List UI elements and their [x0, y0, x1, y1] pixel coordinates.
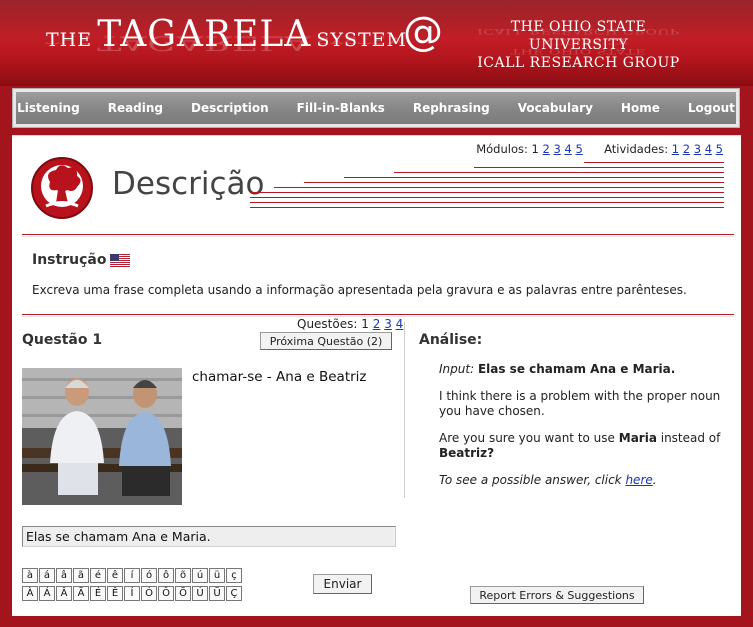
analysis-message-2: Are you sure you want to use Maria inste… — [439, 431, 721, 460]
activity-link-2[interactable]: 2 — [683, 142, 690, 156]
char-key[interactable]: â — [56, 568, 72, 583]
question-current: 1 — [361, 317, 369, 331]
module-activity-nav: Módulos: 1 2 3 4 5 Atividades: 1 2 3 4 5 — [476, 142, 723, 156]
char-key[interactable]: Õ — [175, 586, 191, 601]
char-key[interactable]: Ó — [141, 586, 157, 601]
analysis-message-1: I think there is a problem with the prop… — [439, 389, 721, 418]
question-link-2[interactable]: 2 — [373, 317, 381, 331]
activity-link-1[interactable]: 1 — [672, 142, 679, 156]
char-key[interactable]: Ç — [226, 586, 242, 601]
activity-link-3[interactable]: 3 — [694, 142, 701, 156]
at-icon: @ — [403, 9, 443, 55]
instruction-heading: Instrução — [32, 252, 131, 268]
nav-reading[interactable]: Reading — [94, 101, 177, 115]
tree-logo-icon — [31, 157, 93, 219]
modules-label: Módulos: — [476, 142, 528, 156]
keyboard-row-lower: à á â ã é ê í ó ô õ ú ü ç — [22, 568, 243, 583]
char-key[interactable]: É — [90, 586, 106, 601]
report-errors-button[interactable]: Report Errors & Suggestions — [470, 586, 644, 604]
nav-listening[interactable]: Listening — [3, 101, 94, 115]
content-panel: Módulos: 1 2 3 4 5 Atividades: 1 2 3 4 5… — [12, 135, 741, 616]
char-key[interactable]: Ã — [73, 586, 89, 601]
char-key[interactable]: Â — [56, 586, 72, 601]
analysis-feedback: Input: Elas se chamam Ana e Maria. I thi… — [439, 362, 729, 500]
char-key[interactable]: à — [22, 568, 38, 583]
next-question-button[interactable]: Próxima Questão (2) — [260, 332, 392, 350]
char-key[interactable]: ê — [107, 568, 123, 583]
analysis-heading: Análise: — [419, 332, 483, 348]
us-flag-icon — [110, 253, 131, 267]
char-key[interactable]: á — [39, 568, 55, 583]
question-link-3[interactable]: 3 — [384, 317, 392, 331]
page-title: Descrição — [112, 166, 265, 202]
nav-description[interactable]: Description — [177, 101, 283, 115]
module-link-4[interactable]: 4 — [564, 142, 571, 156]
char-key[interactable]: Ê — [107, 586, 123, 601]
university-reflection: THE OHIO STATE UNIVERSITY ICALL RESEARCH… — [477, 26, 680, 56]
char-key[interactable]: õ — [175, 568, 191, 583]
char-key[interactable]: ó — [141, 568, 157, 583]
module-link-3[interactable]: 3 — [554, 142, 561, 156]
module-link-5[interactable]: 5 — [575, 142, 582, 156]
main-nav: Listening Reading Description Fill-in-Bl… — [16, 92, 736, 124]
keyboard-row-upper: À Á Â Ã É Ê Í Ó Ô Õ Ú Ü Ç — [22, 586, 243, 601]
nav-rephrasing[interactable]: Rephrasing — [399, 101, 504, 115]
char-key[interactable]: Á — [39, 586, 55, 601]
questions-label: Questões: — [297, 317, 358, 331]
analysis-hint: To see a possible answer, click here. — [439, 473, 657, 487]
activity-link-4[interactable]: 4 — [705, 142, 712, 156]
logo-reflection: THE TAGARELA SYSTEM — [46, 31, 407, 54]
special-chars-keyboard: à á â ã é ê í ó ô õ ú ü ç À Á Â Ã É Ê Í … — [22, 568, 243, 604]
nav-vocabulary[interactable]: Vocabulary — [504, 101, 607, 115]
header-banner: THE TAGARELA SYSTEM THE TAGARELA SYSTEM … — [0, 0, 753, 86]
char-key[interactable]: À — [22, 586, 38, 601]
char-key[interactable]: í — [124, 568, 140, 583]
char-key[interactable]: ç — [226, 568, 242, 583]
activity-link-5[interactable]: 5 — [716, 142, 723, 156]
module-link-2[interactable]: 2 — [543, 142, 550, 156]
char-key[interactable]: ô — [158, 568, 174, 583]
main-nav-frame: Listening Reading Description Fill-in-Bl… — [12, 88, 740, 128]
possible-answer-link[interactable]: here — [625, 473, 652, 487]
char-key[interactable]: Ü — [209, 586, 225, 601]
question-prompt: chamar-se - Ana e Beatriz — [192, 369, 367, 385]
char-key[interactable]: Ô — [158, 586, 174, 601]
title-decoration — [250, 160, 724, 208]
question-photo — [22, 368, 182, 505]
answer-input[interactable] — [22, 526, 396, 547]
question-link-4[interactable]: 4 — [396, 317, 404, 331]
activities-label: Atividades: — [604, 142, 669, 156]
analysis-input: Input: Elas se chamam Ana e Maria. — [439, 362, 676, 376]
instruction-text: Excreva uma frase completa usando a info… — [32, 283, 687, 297]
nav-home[interactable]: Home — [607, 101, 674, 115]
char-key[interactable]: ü — [209, 568, 225, 583]
question-nav: Questões: 1 2 3 4 — [297, 317, 403, 331]
send-button[interactable]: Enviar — [313, 574, 372, 594]
char-key[interactable]: Í — [124, 586, 140, 601]
nav-fill-in-blanks[interactable]: Fill-in-Blanks — [283, 101, 399, 115]
module-current: 1 — [531, 142, 539, 156]
char-key[interactable]: ã — [73, 568, 89, 583]
char-key[interactable]: Ú — [192, 586, 208, 601]
question-heading: Questão 1 — [22, 332, 103, 348]
char-key[interactable]: ú — [192, 568, 208, 583]
char-key[interactable]: é — [90, 568, 106, 583]
nav-logout[interactable]: Logout — [674, 101, 749, 115]
